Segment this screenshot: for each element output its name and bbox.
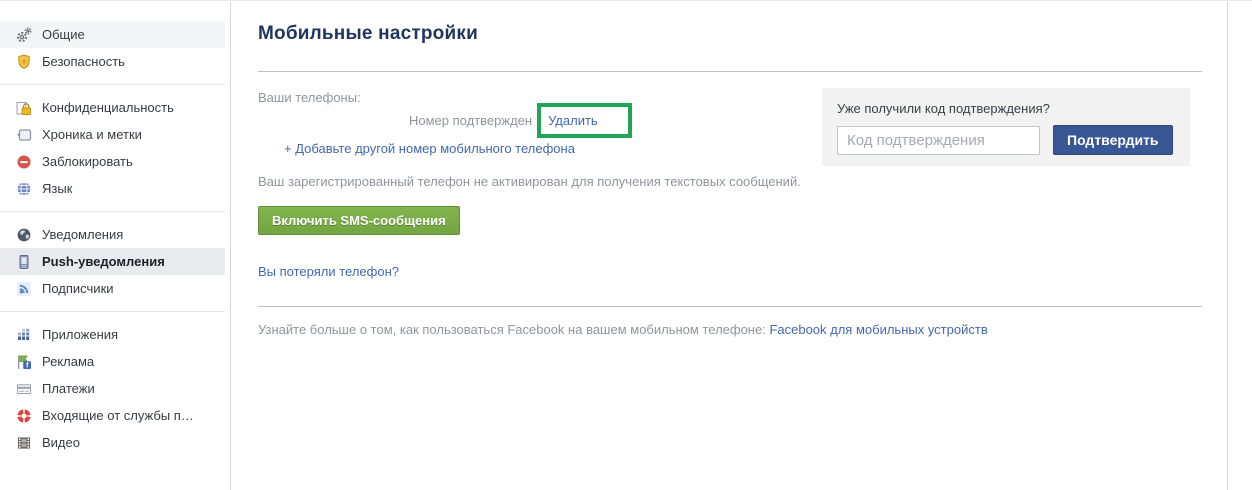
confirmation-code-panel: Уже получили код подтверждения? Подтверд… — [822, 88, 1190, 166]
sidebar-item-blocking[interactable]: Заблокировать — [0, 148, 225, 175]
sidebar-item-followers[interactable]: Подписчики — [0, 275, 225, 302]
sidebar-item-label: Push-уведомления — [42, 254, 165, 269]
sidebar-item-language[interactable]: Язык — [0, 175, 225, 202]
sidebar-item-label: Реклама — [42, 354, 95, 369]
sidebar-item-notifications[interactable]: Уведомления — [0, 221, 225, 248]
confirmation-code-input[interactable] — [837, 125, 1040, 155]
shield-icon — [16, 53, 32, 70]
page-title: Мобильные настройки — [258, 23, 478, 44]
sidebar-item-label: Общие — [42, 27, 85, 42]
add-phone-number-link[interactable]: + Добавьте другой номер мобильного телеф… — [284, 141, 575, 156]
sidebar-item-label: Видео — [42, 435, 80, 450]
support-lifebuoy-icon — [16, 408, 32, 424]
sidebar-divider — [0, 211, 225, 212]
lock-icon — [16, 100, 32, 116]
sidebar-item-label: Приложения — [42, 327, 119, 342]
sidebar-item-apps[interactable]: Приложения — [0, 321, 225, 348]
footer-note: Узнайте больше о том, как пользоваться F… — [258, 322, 1202, 337]
gears-icon — [16, 27, 32, 43]
sidebar-item-label: Язык — [42, 181, 73, 196]
sidebar-item-label: Конфиденциальность — [42, 100, 174, 115]
enable-sms-button[interactable]: Включить SMS-сообщения — [258, 206, 460, 235]
remove-phone-link[interactable]: Удалить — [548, 113, 598, 128]
sidebar-item-payments[interactable]: Платежи — [0, 375, 225, 402]
mobile-settings-content: Мобильные настройки Ваши телефоны: Номер… — [231, 2, 1228, 490]
facebook-mobile-link[interactable]: Facebook для мобильных устройств — [769, 322, 987, 337]
payments-card-icon — [16, 381, 32, 397]
sidebar-item-adverts[interactable]: f Реклама — [0, 348, 225, 375]
confirmation-panel-row: Подтвердить — [822, 116, 1190, 155]
sidebar-item-label: Платежи — [42, 381, 95, 396]
confirmation-panel-title: Уже получили код подтверждения? — [837, 101, 1050, 116]
settings-sidebar: Общие Безопасность Конфиденциальность Хр… — [0, 2, 231, 490]
sidebar-item-support-inbox[interactable]: Входящие от службы п… — [0, 402, 225, 429]
number-confirmed-status: Номер подтвержден — [409, 112, 533, 128]
sidebar-item-push-notifications[interactable]: Push-уведомления — [0, 248, 225, 275]
footer-divider — [258, 306, 1202, 307]
block-icon — [16, 154, 32, 170]
annotation-highlight-box: Удалить — [537, 102, 632, 138]
sidebar-item-label: Уведомления — [42, 227, 124, 242]
mobile-phone-icon — [16, 254, 32, 270]
footer-text: Узнайте больше о том, как пользоваться F… — [258, 322, 770, 337]
sidebar-item-videos[interactable]: Видео — [0, 429, 225, 456]
sms-not-activated-notice: Ваш зарегистрированный телефон не активи… — [258, 174, 801, 189]
notifications-globe-icon — [16, 227, 32, 243]
confirm-button[interactable]: Подтвердить — [1053, 125, 1173, 155]
title-divider — [258, 71, 1202, 72]
sidebar-divider — [0, 311, 225, 312]
lost-phone-link[interactable]: Вы потеряли телефон? — [258, 264, 399, 279]
sidebar-item-general[interactable]: Общие — [0, 21, 225, 48]
apps-grid-icon — [16, 327, 32, 343]
timeline-icon — [16, 127, 32, 143]
sidebar-item-timeline-tagging[interactable]: Хроника и метки — [0, 121, 225, 148]
followers-rss-icon — [16, 281, 32, 297]
language-globe-icon — [16, 181, 32, 197]
sidebar-item-privacy[interactable]: Конфиденциальность — [0, 94, 225, 121]
sidebar-item-label: Безопасность — [42, 54, 125, 69]
adverts-icon: f — [16, 354, 32, 370]
video-filmstrip-icon — [16, 435, 32, 451]
sidebar-item-security[interactable]: Безопасность — [0, 48, 225, 75]
sidebar-divider — [0, 84, 225, 85]
sidebar-item-label: Подписчики — [42, 281, 114, 296]
mobile-settings-page: Общие Безопасность Конфиденциальность Хр… — [0, 0, 1252, 490]
sidebar-item-label: Хроника и метки — [42, 127, 142, 142]
sidebar-item-label: Входящие от службы п… — [42, 408, 194, 423]
sidebar-item-label: Заблокировать — [42, 154, 133, 169]
